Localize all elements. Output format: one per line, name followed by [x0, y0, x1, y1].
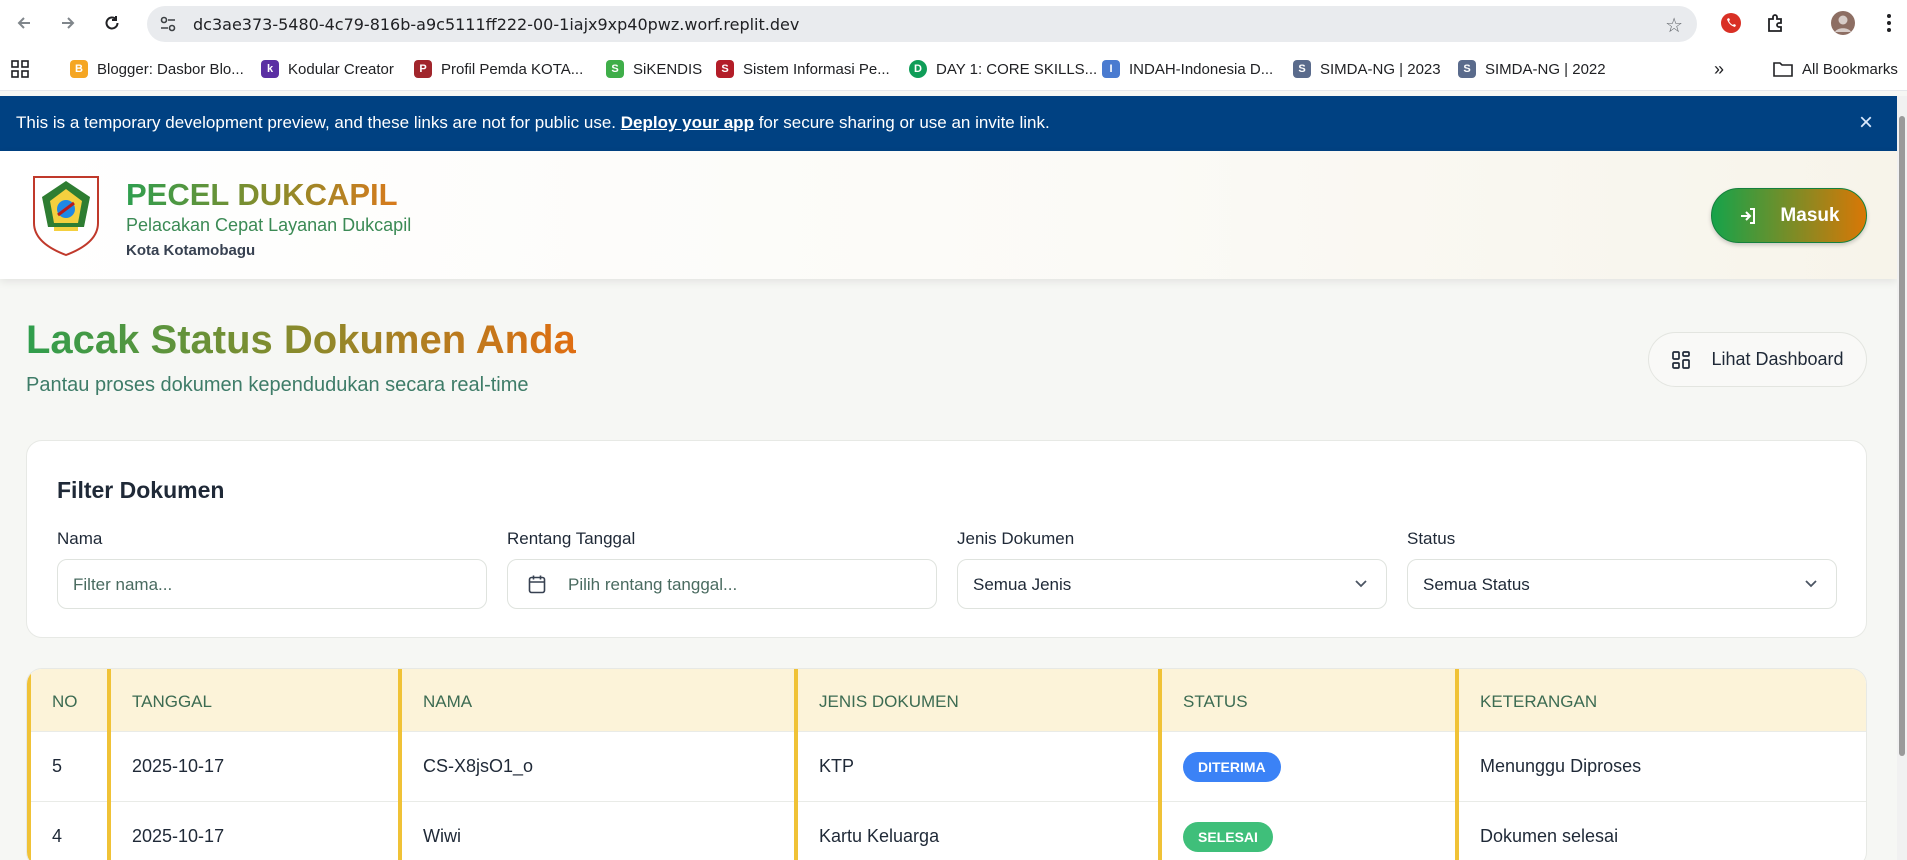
reload-icon[interactable] [98, 9, 126, 37]
simda-icon: S [1293, 60, 1311, 78]
column-divider [794, 669, 798, 860]
column-header-tanggal: TANGGAL [132, 692, 212, 711]
document-type-value: Semua Jenis [973, 575, 1072, 594]
cell-nama: Wiwi [423, 826, 461, 846]
view-dashboard-button[interactable]: Lihat Dashboard [1648, 332, 1867, 387]
cell-nama: CS-X8jsO1_o [423, 756, 534, 776]
menu-kebab-icon[interactable] [1876, 10, 1902, 36]
extensions-puzzle-icon[interactable] [1763, 10, 1789, 36]
sistem-informasi-icon: S [716, 60, 734, 78]
table-row[interactable]: 5 2025-10-17 CS-X8jsO1_o KTP DITERIMA Me… [27, 731, 1866, 801]
status-select[interactable]: Semua Status [1407, 559, 1837, 609]
date-range-label: Rentang Tanggal [507, 529, 636, 548]
dashboard-grid-icon [1671, 350, 1691, 370]
app-header: PECEL DUKCAPIL Pelacakan Cepat Layanan D… [0, 151, 1897, 279]
chevron-down-icon [1804, 576, 1818, 595]
apps-grid-icon[interactable] [10, 58, 30, 80]
site-info-icon[interactable] [159, 15, 177, 33]
table-row[interactable]: 4 2025-10-17 Wiwi Kartu Keluarga SELESAI… [27, 801, 1866, 860]
status-value: Semua Status [1423, 575, 1530, 594]
bookmark-item[interactable]: S Sistem Informasi Pe... [716, 58, 890, 80]
cell-jenis: KTP [819, 756, 855, 776]
sikendis-icon: S [606, 60, 624, 78]
name-filter-input[interactable]: Filter nama... [57, 559, 487, 609]
bookmark-item[interactable]: D DAY 1: CORE SKILLS... [909, 58, 1097, 80]
column-divider [1158, 669, 1162, 860]
bookmark-star-icon[interactable]: ☆ [1665, 13, 1683, 38]
cell-no: 4 [52, 826, 63, 846]
bookmark-item[interactable]: I INDAH-Indonesia D... [1102, 58, 1273, 80]
bookmark-item[interactable]: k Kodular Creator [261, 58, 394, 80]
login-icon [1738, 206, 1758, 226]
back-icon[interactable] [10, 9, 38, 37]
cell-keterangan: Menunggu Diproses [1480, 756, 1642, 776]
column-header-status: STATUS [1183, 692, 1248, 711]
pemda-icon: P [414, 60, 432, 78]
url-text[interactable]: dc3ae373-5480-4c79-816b-a9c5111ff222-00-… [193, 15, 799, 34]
column-header-nama: NAMA [423, 692, 473, 711]
dev-preview-banner: This is a temporary development preview,… [0, 96, 1897, 151]
name-filter-label: Nama [57, 529, 103, 548]
status-label: Status [1407, 529, 1456, 548]
bookmark-item[interactable]: S SIMDA-NG | 2022 [1458, 58, 1606, 80]
document-type-select[interactable]: Semua Jenis [957, 559, 1387, 609]
documents-table: NO TANGGAL NAMA JENIS DOKUMEN STATUS KET… [26, 668, 1867, 860]
banner-text-after: for secure sharing or use an invite link… [758, 113, 1050, 132]
app-subtitle: Pelacakan Cepat Layanan Dukcapil [126, 215, 412, 235]
page-scrollbar[interactable] [1897, 96, 1907, 860]
page-subtitle: Pantau proses dokumen kependudukan secar… [26, 374, 529, 396]
filter-card: Filter Dokumen Nama Filter nama... Renta… [26, 440, 1867, 638]
cell-keterangan: Dokumen selesai [1480, 826, 1619, 846]
bookmark-item[interactable]: S SIMDA-NG | 2023 [1293, 58, 1441, 80]
banner-text: This is a temporary development preview,… [16, 113, 617, 132]
calendar-icon [528, 574, 546, 599]
cell-no: 5 [52, 756, 63, 776]
folder-icon [1773, 61, 1793, 77]
column-header-no: NO [52, 692, 78, 711]
app-title: PECEL DUKCAPIL [126, 177, 398, 212]
bookmark-item[interactable]: B Blogger: Dasbor Blo... [70, 58, 244, 80]
browser-toolbar: dc3ae373-5480-4c79-816b-a9c5111ff222-00-… [0, 0, 1907, 47]
city-emblem-logo [30, 173, 102, 257]
filter-title: Filter Dokumen [57, 477, 225, 503]
column-header-keterangan: KETERANGAN [1480, 692, 1598, 711]
date-range-placeholder: Pilih rentang tanggal... [568, 575, 738, 594]
column-divider [27, 669, 31, 860]
name-filter-placeholder: Filter nama... [73, 575, 173, 594]
close-banner-icon[interactable]: × [1859, 109, 1873, 137]
bookmark-item[interactable]: P Profil Pemda KOTA... [414, 58, 583, 80]
simda-icon: S [1458, 60, 1476, 78]
column-divider [1455, 669, 1459, 860]
extension-phone-icon[interactable] [1718, 10, 1744, 36]
bookmark-item[interactable]: S SiKENDIS [606, 58, 702, 80]
bookmarks-bar: B Blogger: Dasbor Blo... k Kodular Creator… [0, 47, 1907, 91]
document-type-label: Jenis Dokumen [957, 529, 1075, 548]
cell-tanggal: 2025-10-17 [132, 756, 225, 776]
column-divider [107, 669, 111, 860]
column-header-jenis: JENIS DOKUMEN [819, 692, 959, 711]
core-skills-icon: D [909, 60, 927, 78]
table-header: NO TANGGAL NAMA JENIS DOKUMEN STATUS KET… [27, 669, 1866, 731]
login-button[interactable]: Masuk [1711, 188, 1867, 243]
status-badge: DITERIMA [1183, 752, 1281, 782]
blogger-icon: B [70, 60, 88, 78]
indah-icon: I [1102, 60, 1120, 78]
date-range-picker[interactable]: Pilih rentang tanggal... [507, 559, 937, 609]
profile-avatar[interactable] [1830, 10, 1856, 36]
chevron-down-icon [1354, 576, 1368, 595]
page-title: Lacak Status Dokumen Anda [26, 318, 576, 362]
kodular-icon: k [261, 60, 279, 78]
cell-jenis: Kartu Keluarga [819, 826, 940, 846]
deploy-link[interactable]: Deploy your app [621, 113, 754, 132]
cell-tanggal: 2025-10-17 [132, 826, 225, 846]
scrollbar-thumb[interactable] [1899, 116, 1905, 756]
column-divider [398, 669, 402, 860]
address-bar[interactable]: dc3ae373-5480-4c79-816b-a9c5111ff222-00-… [147, 6, 1697, 42]
city-name: Kota Kotamobagu [126, 242, 256, 259]
all-bookmarks-folder[interactable]: All Bookmarks [1773, 58, 1898, 80]
status-badge: SELESAI [1183, 822, 1273, 852]
more-bookmarks-button[interactable]: » [1714, 58, 1724, 80]
forward-icon[interactable] [54, 9, 82, 37]
